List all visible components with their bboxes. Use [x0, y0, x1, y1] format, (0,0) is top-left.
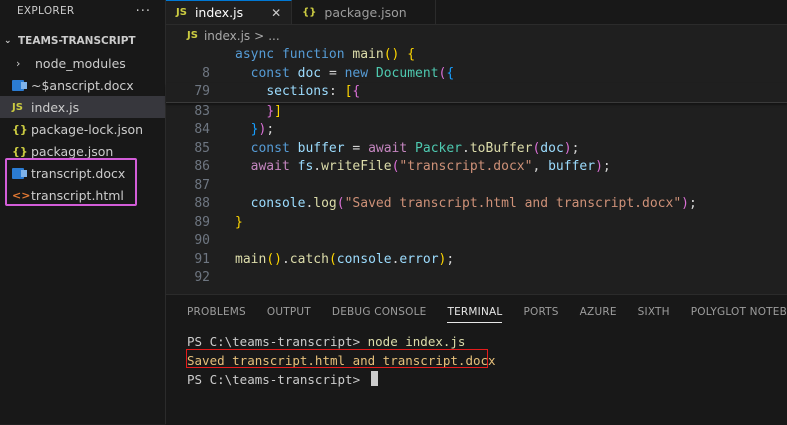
tab-debug-console[interactable]: DEBUG CONSOLE [332, 295, 427, 329]
explorer-header: EXPLORER ··· [0, 0, 165, 22]
terminal-prompt: PS C:\teams-transcript> [187, 334, 368, 349]
line-number: 83 [194, 103, 210, 119]
tree-item-package-lock[interactable]: {} package-lock.json [0, 118, 165, 140]
more-actions-icon[interactable]: ··· [136, 4, 151, 19]
editor-tabs: JS index.js ✕ {} package.json [166, 0, 787, 25]
tab-package-json[interactable]: {} package.json [292, 0, 436, 24]
tab-index-js[interactable]: JS index.js ✕ [166, 0, 293, 24]
tab-polyglot-notebook[interactable]: POLYGLOT NOTEBOOK [691, 295, 787, 329]
code-line: 91 main().catch(console.error); [166, 251, 787, 270]
tab-ports[interactable]: PORTS [523, 295, 558, 329]
explorer-sidebar: EXPLORER ··· ⌄ TEAMS-TRANSCRIPT › node_m… [0, 0, 166, 424]
code-line: 83 }] [166, 103, 787, 122]
tab-problems[interactable]: PROBLEMS [187, 295, 246, 329]
word-icon [12, 79, 27, 91]
breadcrumb-file[interactable]: index.js [204, 29, 250, 43]
close-icon[interactable]: ✕ [271, 6, 281, 20]
line-number: 79 [194, 84, 210, 99]
tree-item-label: package-lock.json [31, 121, 144, 137]
json-icon: {} [12, 144, 28, 158]
highlight-box-terminal-output [186, 349, 488, 368]
tab-sixth[interactable]: SIXTH [638, 295, 670, 329]
chevron-right-icon: › [16, 56, 21, 70]
line-number: 85 [194, 140, 210, 156]
code-line: 92 [166, 269, 787, 288]
tree-item-temp-docx[interactable]: ~$anscript.docx [0, 74, 165, 96]
tree-item-label: ~$anscript.docx [31, 77, 134, 93]
panel-tabs: PROBLEMS OUTPUT DEBUG CONSOLE TERMINAL P… [166, 295, 787, 329]
line-number: 91 [194, 251, 210, 267]
bottom-panel: PROBLEMS OUTPUT DEBUG CONSOLE TERMINAL P… [166, 294, 787, 425]
breadcrumb-separator: > [254, 28, 265, 43]
project-folder-header[interactable]: ⌄ TEAMS-TRANSCRIPT [0, 30, 165, 52]
code-editor[interactable]: async function main() { 8 const doc = ne… [166, 46, 787, 288]
breadcrumb: JS index.js > ... [166, 25, 787, 46]
tab-output[interactable]: OUTPUT [267, 295, 311, 329]
tree-item-node-modules[interactable]: › node_modules [0, 52, 165, 74]
code-line: 89} [166, 214, 787, 233]
json-icon: {} [12, 122, 28, 136]
line-number: 92 [194, 270, 210, 285]
editor-area: JS index.js ✕ {} package.json JS index.j… [166, 0, 787, 294]
terminal-prompt: PS C:\teams-transcript> [187, 372, 368, 387]
tab-label: package.json [324, 4, 407, 20]
line-number: 84 [194, 122, 210, 137]
code-line: 84 }); [166, 121, 787, 140]
line-number: 90 [194, 233, 210, 248]
code-line: 88 console.log("Saved transcript.html an… [166, 195, 787, 214]
js-icon: JS [12, 101, 23, 113]
code-line: async function main() { [166, 46, 787, 65]
explorer-title: EXPLORER [17, 5, 75, 17]
line-number: 88 [194, 196, 210, 211]
code-line: 79 sections: [{ [166, 83, 787, 103]
tree-item-label: node_modules [35, 55, 126, 71]
code-line: 8 const doc = new Document({ [166, 65, 787, 84]
line-number: 86 [194, 159, 210, 174]
project-folder-name: TEAMS-TRANSCRIPT [18, 35, 136, 47]
code-line: 87 [166, 177, 787, 196]
terminal-command: node index.js [367, 334, 466, 349]
line-number: 87 [194, 177, 210, 193]
tab-azure[interactable]: AZURE [580, 295, 617, 329]
tree-item-label: index.js [31, 99, 80, 115]
tab-label: index.js [194, 5, 244, 20]
line-number [166, 46, 235, 65]
tab-terminal[interactable]: TERMINAL [447, 295, 503, 329]
line-number: 89 [194, 214, 210, 230]
breadcrumb-rest[interactable]: ... [268, 29, 279, 43]
js-icon: JS [187, 30, 198, 41]
terminal-line: PS C:\teams-transcript> [187, 370, 787, 389]
code-line: 86 await fs.writeFile("transcript.docx",… [166, 158, 787, 177]
terminal-cursor [370, 371, 378, 386]
js-icon: JS [176, 7, 187, 18]
chevron-down-icon: ⌄ [4, 36, 12, 46]
line-number: 8 [202, 65, 210, 81]
code-line: 90 [166, 232, 787, 251]
json-icon: {} [302, 6, 317, 18]
tree-item-index-js[interactable]: JS index.js [0, 96, 165, 118]
tree-item-label: package.json [31, 143, 114, 159]
highlight-box-generated-files [5, 158, 137, 206]
code-line: 85 const buffer = await Packer.toBuffer(… [166, 140, 787, 159]
